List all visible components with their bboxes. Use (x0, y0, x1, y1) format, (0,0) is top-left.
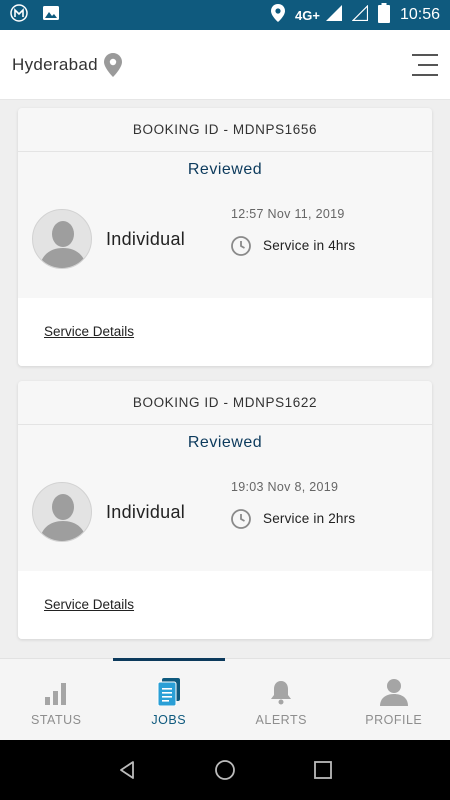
status-bar: 4G+ 10:56 (0, 0, 450, 30)
tab-jobs[interactable]: JOBS (112, 658, 226, 741)
signal-empty-icon (351, 4, 369, 26)
tab-label: STATUS (31, 713, 82, 727)
city-name[interactable]: Hyderabad (12, 55, 98, 75)
signal-icon (325, 4, 342, 26)
hamburger-menu-icon[interactable] (412, 53, 438, 76)
service-details-link[interactable]: Service Details (44, 597, 134, 612)
booking-status: Reviewed (187, 161, 263, 178)
booking-timestamp: 19:03 Nov 8, 2019 (231, 480, 339, 494)
location-icon (271, 3, 286, 27)
service-eta: Service in 4hrs (263, 238, 356, 253)
location-pin-icon[interactable] (103, 52, 122, 77)
app-m-icon (10, 3, 28, 27)
app-header: Hyderabad (0, 30, 450, 100)
avatar (32, 209, 92, 269)
home-icon[interactable] (210, 755, 240, 785)
tab-alerts[interactable]: ALERTS (225, 659, 338, 741)
network-type: 4G+ (295, 7, 320, 23)
booking-id: BOOKING ID - MDNPS1656 (18, 108, 432, 152)
booking-timestamp: 12:57 Nov 11, 2019 (231, 207, 345, 221)
document-icon (155, 677, 183, 707)
battery-icon (377, 2, 390, 28)
clock-icon (230, 508, 252, 530)
bar-chart-icon (42, 677, 70, 707)
bottom-nav: STATUS JOBS ALERTS PROFILE (0, 658, 450, 740)
service-eta: Service in 2hrs (263, 511, 356, 526)
tab-label: ALERTS (255, 713, 307, 727)
booking-info: Individual 19:03 Nov 8, 2019 Service in … (18, 461, 432, 571)
booking-status: Reviewed (187, 434, 263, 451)
service-details-link[interactable]: Service Details (44, 324, 134, 339)
system-nav-bar (0, 740, 450, 800)
booking-info: Individual 12:57 Nov 11, 2019 Service in… (18, 188, 432, 298)
person-icon (379, 677, 408, 707)
customer-type: Individual (106, 229, 186, 249)
avatar (32, 482, 92, 542)
customer-type: Individual (106, 502, 186, 522)
back-icon[interactable] (112, 755, 142, 785)
booking-card: BOOKING ID - MDNPS1622 Reviewed Individu… (18, 381, 432, 639)
booking-card: BOOKING ID - MDNPS1656 Reviewed Individu… (18, 108, 432, 366)
booking-id: BOOKING ID - MDNPS1622 (18, 381, 432, 425)
details-area: Service Details (18, 298, 432, 366)
clock-time: 10:56 (399, 6, 440, 23)
tab-label: PROFILE (365, 713, 423, 727)
details-area: Service Details (18, 571, 432, 639)
recents-icon[interactable] (308, 755, 338, 785)
tab-status[interactable]: STATUS (0, 659, 113, 741)
clock-icon (230, 235, 252, 257)
tab-label: JOBS (151, 713, 187, 727)
bell-icon (267, 677, 295, 707)
tab-profile[interactable]: PROFILE (338, 659, 450, 741)
booking-list: BOOKING ID - MDNPS1656 Reviewed Individu… (0, 100, 450, 658)
image-icon (42, 4, 60, 27)
